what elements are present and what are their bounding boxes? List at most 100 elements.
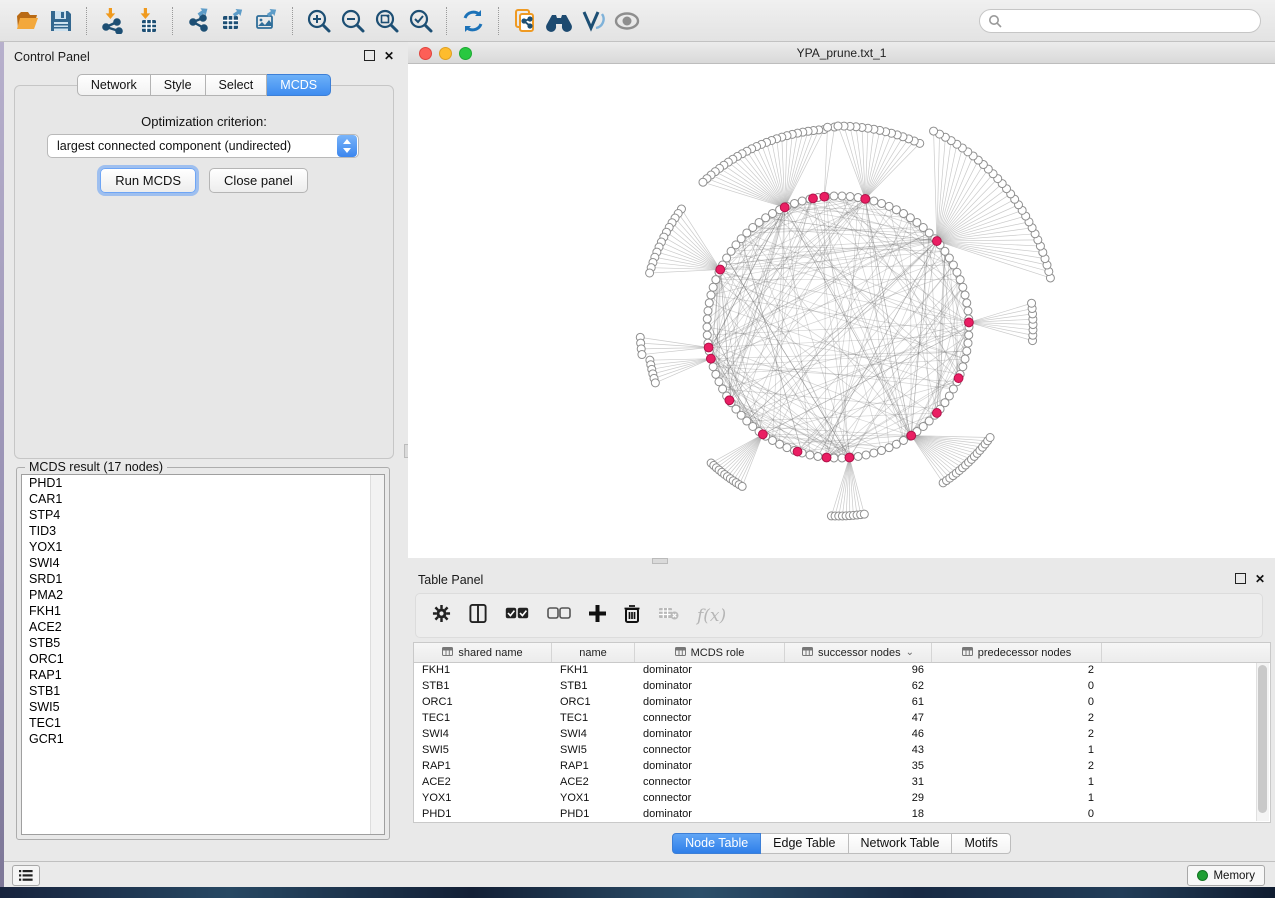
graph-hub-node-mcds[interactable] [820,192,829,201]
hide-graphics-details-icon[interactable] [576,4,610,38]
select-all-columns-icon[interactable] [505,607,529,625]
save-session-icon[interactable] [44,4,78,38]
delete-column-icon[interactable] [624,604,640,628]
graph-hub-node-mcds[interactable] [907,431,916,440]
table-row[interactable]: ORC1ORC1dominator610 [414,694,1256,710]
table-scrollbar[interactable] [1256,663,1269,821]
tab-style[interactable]: Style [151,74,206,96]
graph-node[interactable] [712,276,720,284]
graph-node[interactable] [709,283,717,291]
graph-node[interactable] [703,315,711,323]
export-image-icon[interactable] [250,4,284,38]
tab-select[interactable]: Select [206,74,268,96]
graph-hub-node-mcds[interactable] [780,203,789,212]
graph-node[interactable] [806,451,814,459]
tab-mcds[interactable]: MCDS [267,74,331,96]
tab-motifs[interactable]: Motifs [952,833,1010,854]
graph-hub-node-mcds[interactable] [704,343,713,352]
column-header-MCDS-role[interactable]: MCDS role [635,643,785,662]
show-columns-icon[interactable] [469,604,487,628]
graph-node[interactable] [638,351,646,359]
memory-button[interactable]: Memory [1187,865,1265,886]
run-mcds-button[interactable]: Run MCDS [100,168,196,193]
mcds-result-item[interactable]: ORC1 [22,651,384,667]
graph-hub-node-mcds[interactable] [845,453,854,462]
column-header-name[interactable]: name [552,643,635,662]
graph-node[interactable] [930,127,938,135]
graph-hub-node-mcds[interactable] [932,237,941,246]
graph-node[interactable] [862,451,870,459]
graph-node[interactable] [699,178,707,186]
graph-node[interactable] [704,307,712,315]
graph-node[interactable] [790,199,798,207]
graph-node[interactable] [878,199,886,207]
graph-node[interactable] [986,434,994,442]
graph-node[interactable] [854,452,862,460]
table-settings-gear-icon[interactable] [432,604,451,628]
graph-node[interactable] [961,355,969,363]
deselect-all-columns-icon[interactable] [547,607,571,625]
mcds-result-item[interactable]: TID3 [22,523,384,539]
graph-node[interactable] [834,122,842,130]
graph-hub-node-mcds[interactable] [965,318,974,327]
import-network-icon[interactable] [96,4,130,38]
mcds-result-item[interactable]: RAP1 [22,667,384,683]
mcds-result-list[interactable]: PHD1CAR1STP4TID3YOX1SWI4SRD1PMA2FKH1ACE2… [21,474,385,835]
search-input[interactable] [979,9,1261,33]
graph-node[interactable] [712,370,720,378]
mcds-result-item[interactable]: CAR1 [22,491,384,507]
graph-node[interactable] [959,363,967,371]
export-table-icon[interactable] [216,4,250,38]
zoom-fit-icon[interactable] [370,4,404,38]
graph-node[interactable] [651,379,659,387]
graph-node[interactable] [838,192,846,200]
graph-node[interactable] [959,283,967,291]
graph-node[interactable] [646,269,654,277]
graph-node[interactable] [798,197,806,205]
graph-node[interactable] [830,192,838,200]
show-task-history-button[interactable] [12,865,40,886]
open-session-icon[interactable] [10,4,44,38]
graph-node[interactable] [885,202,893,210]
mcds-result-item[interactable]: STB5 [22,635,384,651]
horizontal-splitter-grabber[interactable] [652,558,668,564]
graph-node[interactable] [885,444,893,452]
graph-node[interactable] [961,291,969,299]
graph-node[interactable] [963,299,971,307]
close-panel-icon[interactable]: ✕ [384,51,394,61]
mcds-result-item[interactable]: SRD1 [22,571,384,587]
graph-node[interactable] [783,444,791,452]
export-network-icon[interactable] [182,4,216,38]
table-scrollbar-thumb[interactable] [1258,665,1267,813]
mcds-result-item[interactable]: FKH1 [22,603,384,619]
graph-hub-node-mcds[interactable] [793,447,802,456]
graph-hub-node-mcds[interactable] [809,194,818,203]
graph-node[interactable] [709,363,717,371]
table-row[interactable]: STB1STB1dominator620 [414,678,1256,694]
tab-node-table[interactable]: Node Table [672,833,761,854]
graph-hub-node-mcds[interactable] [716,265,725,274]
column-header-predecessor-nodes[interactable]: predecessor nodes [932,643,1102,662]
graph-node[interactable] [860,510,868,518]
horizontal-splitter[interactable] [408,558,1275,565]
table-row[interactable]: SWI5SWI5connector431 [414,742,1256,758]
graph-node[interactable] [703,323,711,331]
network-canvas[interactable] [408,64,1275,558]
close-panel-icon[interactable]: ✕ [1255,574,1265,584]
graph-node[interactable] [705,299,713,307]
mcds-result-item[interactable]: STP4 [22,507,384,523]
table-row[interactable]: SWI4SWI4dominator462 [414,726,1256,742]
float-panel-icon[interactable] [1235,573,1246,584]
mcds-list-scrollbar[interactable] [370,475,384,834]
zoom-out-icon[interactable] [336,4,370,38]
column-header-successor-nodes[interactable]: successor nodes⌄ [785,643,932,662]
graph-node[interactable] [814,452,822,460]
table-row[interactable]: FKH1FKH1dominator962 [414,662,1256,678]
tab-network-table[interactable]: Network Table [849,833,953,854]
graph-node[interactable] [870,449,878,457]
graph-node[interactable] [870,197,878,205]
table-row[interactable]: YOX1YOX1connector291 [414,790,1256,806]
float-panel-icon[interactable] [364,50,375,61]
apply-preferred-layout-icon[interactable] [456,4,490,38]
table-row[interactable]: PHD1PHD1dominator180 [414,806,1256,822]
